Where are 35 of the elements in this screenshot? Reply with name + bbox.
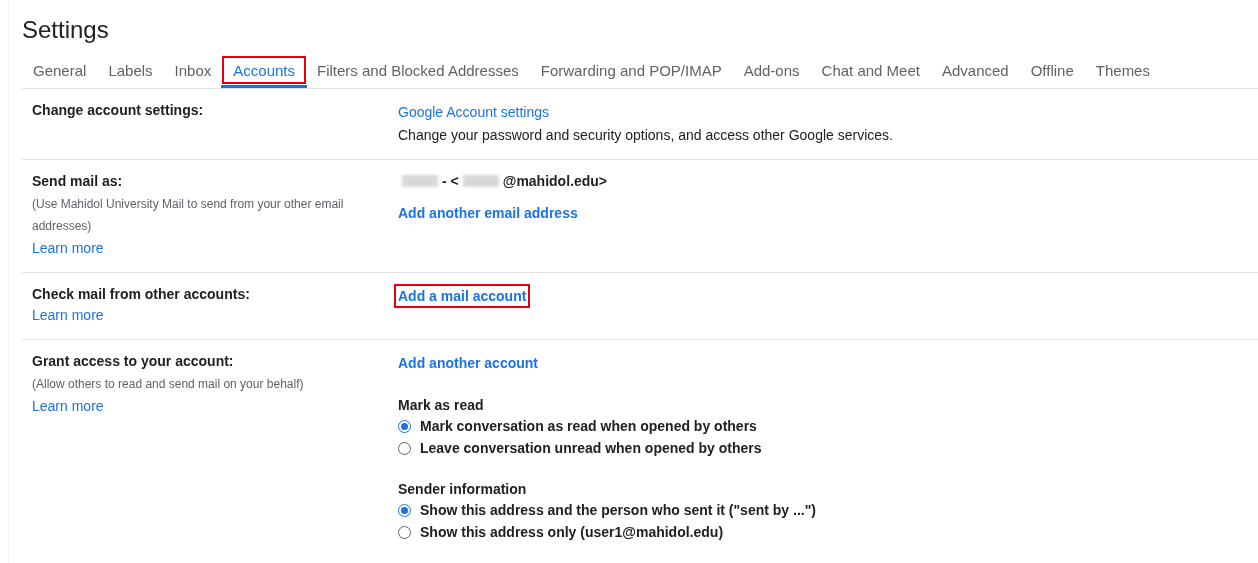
link[interactable]: Google Account settings <box>394 100 553 124</box>
link[interactable]: Add another email address <box>394 201 582 225</box>
section-label: Send mail as: <box>32 172 123 191</box>
tab[interactable]: Labels <box>97 56 164 84</box>
address-text: - < <box>442 172 459 191</box>
section-label: Change account settings: <box>32 101 204 120</box>
learn-more-link[interactable]: Learn more <box>32 395 104 417</box>
tab[interactable]: Filters and Blocked Addresses <box>306 56 530 84</box>
tab[interactable]: General <box>22 56 98 84</box>
tab[interactable]: Themes <box>1084 56 1161 84</box>
redacted-text <box>462 175 499 187</box>
learn-more-link[interactable]: Learn more <box>32 237 104 259</box>
tab[interactable]: Offline <box>1019 56 1085 84</box>
tab[interactable]: Forwarding and POP/IMAP <box>529 56 733 84</box>
link[interactable]: Add another account <box>394 351 542 375</box>
option-label: Mark conversation as read when opened by others <box>420 417 757 436</box>
tab[interactable]: Inbox <box>163 56 223 84</box>
section-label: Check mail from other accounts: <box>32 285 250 304</box>
section-note: (Use Mahidol University Mail to send from your other email addresses) <box>32 196 345 235</box>
address-text: @mahidol.edu> <box>502 172 607 191</box>
option-heading: Sender information <box>398 480 527 499</box>
redacted-text <box>402 175 438 187</box>
learn-more-link[interactable]: Learn more <box>32 304 104 326</box>
tab[interactable]: Advanced <box>930 56 1020 84</box>
tab[interactable]: Chat and Meet <box>810 56 931 84</box>
tab[interactable]: Add-ons <box>732 56 811 84</box>
highlighted-link[interactable]: Add a mail account <box>394 284 531 308</box>
page-title: Settings <box>22 15 109 45</box>
description-text: Change your password and security options, and access other Google services. <box>398 126 893 145</box>
option-label: Show this address only (user1@mahidol.edu) <box>420 523 724 542</box>
section-note: (Allow others to read and send mail on your behalf) <box>32 376 304 393</box>
option-label: Show this address and the person who sent it ("sent by ...") <box>420 501 816 520</box>
section-label: Grant access to your account: <box>32 352 234 371</box>
option-heading: Mark as read <box>398 396 484 415</box>
option-label: Leave conversation unread when opened by others <box>420 439 762 458</box>
